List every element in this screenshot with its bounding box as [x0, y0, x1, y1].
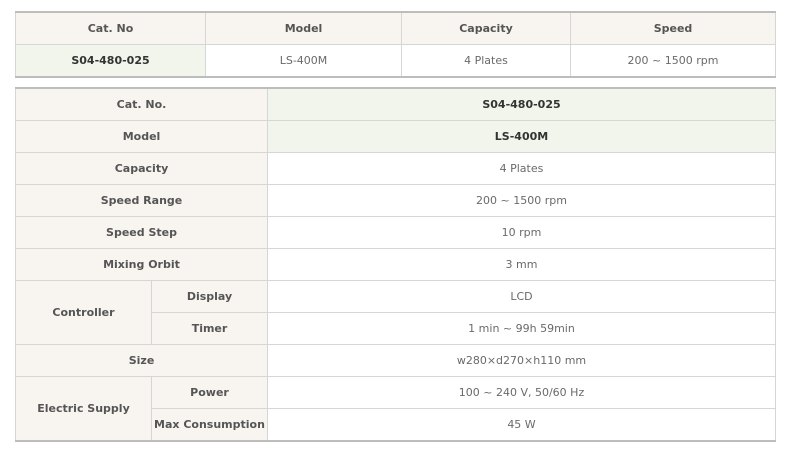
- spec-label-capacity: Capacity: [15, 152, 268, 185]
- spec-label-mixing-orbit: Mixing Orbit: [15, 248, 268, 281]
- spec-row-cat-no: Cat. No. S04-480-025: [15, 87, 776, 121]
- spec-value-speed-step: 10 rpm: [267, 216, 776, 249]
- spec-value-speed-range: 200 ~ 1500 rpm: [267, 184, 776, 217]
- spec-value-max-consumption: 45 W: [267, 408, 776, 442]
- header-cat-no: Cat. No: [15, 11, 206, 45]
- spec-row-speed-range: Speed Range 200 ~ 1500 rpm: [15, 184, 776, 217]
- spec-value-timer: 1 min ~ 99h 59min: [267, 312, 776, 345]
- spec-row-model: Model LS-400M: [15, 120, 776, 153]
- cell-capacity: 4 Plates: [401, 44, 571, 78]
- spec-value-size: w280×d270×h110 mm: [267, 344, 776, 377]
- spec-row-speed-step: Speed Step 10 rpm: [15, 216, 776, 249]
- spec-label-electric-supply: Electric Supply: [15, 376, 152, 442]
- summary-header-row: Cat. No Model Capacity Speed: [15, 11, 776, 45]
- header-model: Model: [205, 11, 402, 45]
- header-capacity: Capacity: [401, 11, 571, 45]
- spec-label-speed-range: Speed Range: [15, 184, 268, 217]
- cell-speed: 200 ~ 1500 rpm: [570, 44, 776, 78]
- spec-label-power: Power: [151, 376, 268, 409]
- spec-label-timer: Timer: [151, 312, 268, 345]
- cell-cat-no: S04-480-025: [15, 44, 206, 78]
- spec-value-power: 100 ~ 240 V, 50/60 Hz: [267, 376, 776, 409]
- spec-value-mixing-orbit: 3 mm: [267, 248, 776, 281]
- spec-label-display: Display: [151, 280, 268, 313]
- spec-value-cat-no: S04-480-025: [267, 87, 776, 121]
- spec-row-capacity: Capacity 4 Plates: [15, 152, 776, 185]
- summary-data-row: S04-480-025 LS-400M 4 Plates 200 ~ 1500 …: [15, 44, 776, 78]
- summary-table: Cat. No Model Capacity Speed S04-480-025…: [15, 11, 776, 78]
- spec-label-max-consumption: Max Consumption: [151, 408, 268, 442]
- spec-row-power: Electric Supply Power 100 ~ 240 V, 50/60…: [15, 376, 776, 442]
- spec-row-controller-display: Controller Display LCD: [15, 280, 776, 345]
- cell-model: LS-400M: [205, 44, 402, 78]
- spec-label-model: Model: [15, 120, 268, 153]
- spec-row-mixing-orbit: Mixing Orbit 3 mm: [15, 248, 776, 281]
- spec-value-display: LCD: [267, 280, 776, 313]
- spec-table: Cat. No. S04-480-025 Model LS-400M Capac…: [15, 87, 776, 442]
- spec-label-controller: Controller: [15, 280, 152, 345]
- spec-value-capacity: 4 Plates: [267, 152, 776, 185]
- spec-label-cat-no: Cat. No.: [15, 87, 268, 121]
- spec-value-model: LS-400M: [267, 120, 776, 153]
- header-speed: Speed: [570, 11, 776, 45]
- spec-label-size: Size: [15, 344, 268, 377]
- spec-label-speed-step: Speed Step: [15, 216, 268, 249]
- spec-row-size: Size w280×d270×h110 mm: [15, 344, 776, 377]
